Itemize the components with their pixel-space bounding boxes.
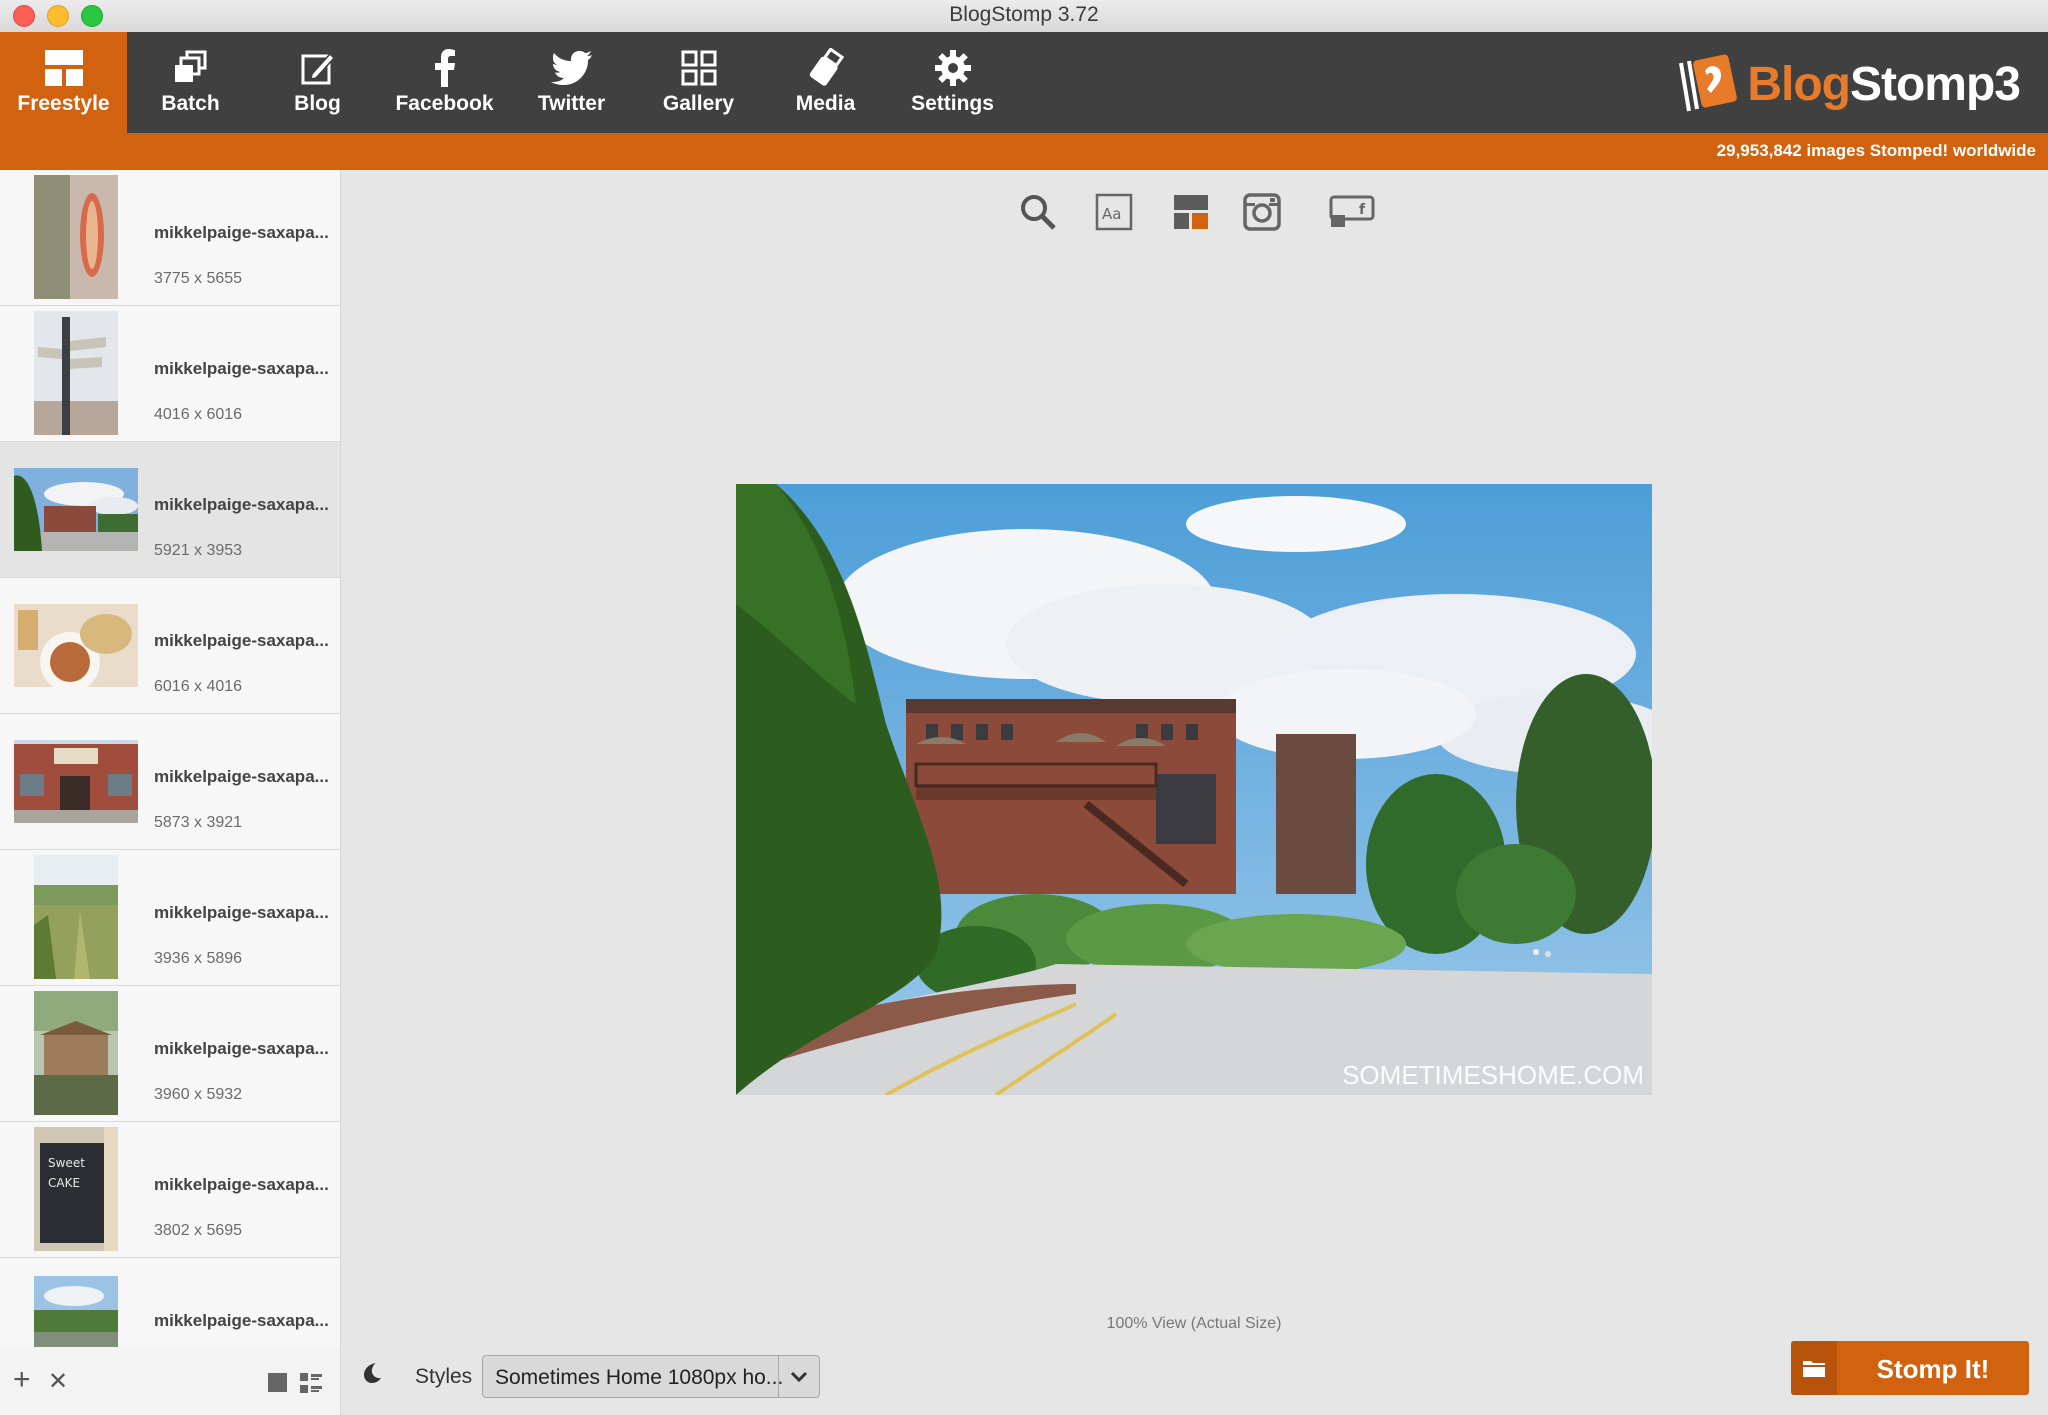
image-filename: mikkelpaige-saxapa... xyxy=(154,1311,329,1330)
tab-label: Twitter xyxy=(537,92,606,115)
logo-word-blog: Blog xyxy=(1747,57,1851,111)
image-dimensions: 3775 x 5655 xyxy=(154,270,243,287)
styles-label: Styles xyxy=(415,1365,473,1388)
window-title: BlogStomp 3.72 xyxy=(949,3,1099,26)
tab-label: Gallery xyxy=(662,92,735,115)
tab-facebook[interactable]: Facebook xyxy=(381,32,508,133)
image-thumbnail xyxy=(34,991,118,1115)
image-preview[interactable]: SOMETIMESHOME.COM xyxy=(736,484,1652,1095)
svg-text:CAKE: CAKE xyxy=(48,1176,80,1190)
tab-gallery[interactable]: Gallery xyxy=(635,32,762,133)
instagram-icon[interactable] xyxy=(1240,190,1284,234)
image-list-item[interactable]: mikkelpaige-saxapa... 3960 x 5932 xyxy=(0,986,340,1122)
image-list-item[interactable]: mikkelpaige-saxapa... 3775 x 5655 xyxy=(0,170,340,306)
logo-stamp-icon xyxy=(1679,54,1738,112)
image-dimensions: 3802 x 5695 xyxy=(154,1222,243,1239)
tab-media[interactable]: Media xyxy=(762,32,889,133)
tab-label: Freestyle xyxy=(17,92,110,115)
image-dimensions: 3936 x 5896 xyxy=(154,950,243,967)
zoom-level-text: 100% View (Actual Size) xyxy=(1106,1315,1282,1332)
dark-mode-moon-icon[interactable] xyxy=(362,1362,384,1384)
image-thumbnail xyxy=(34,311,118,435)
image-filename: mikkelpaige-saxapa... xyxy=(154,903,329,922)
twitter-bird-icon xyxy=(508,46,635,90)
freestyle-layout-icon xyxy=(0,46,127,90)
image-list-item-selected[interactable]: mikkelpaige-saxapa... 5921 x 3953 xyxy=(0,442,340,578)
list-view-icon[interactable] xyxy=(300,1372,322,1394)
remove-image-button[interactable]: ✕ xyxy=(48,1367,68,1397)
search-icon[interactable] xyxy=(1016,190,1060,234)
tab-settings[interactable]: Settings xyxy=(889,32,1016,133)
window-titlebar: BlogStomp 3.72 xyxy=(0,0,2048,33)
image-filename: mikkelpaige-saxapa... xyxy=(154,631,329,650)
image-dimensions: 5921 x 3953 xyxy=(154,542,243,559)
image-thumbnail xyxy=(34,855,118,979)
batch-stack-icon xyxy=(127,46,254,90)
layout-icon[interactable] xyxy=(1169,190,1213,234)
styles-dropdown[interactable]: Sometimes Home 1080px ho... xyxy=(482,1355,820,1398)
image-list-item[interactable]: mikkelpaige-saxapa... 6016 x 4016 xyxy=(0,578,340,714)
image-filename: mikkelpaige-saxapa... xyxy=(154,495,329,514)
stomp-count-banner: 29,953,842 images Stomped! worldwide xyxy=(0,133,2048,170)
image-list-item[interactable]: Sweet CAKE mikkelpaige-saxapa... 3802 x 5… xyxy=(0,1122,340,1258)
image-thumbnail xyxy=(14,467,138,551)
image-dimensions: 3960 x 5932 xyxy=(154,1086,243,1103)
tab-label: Settings xyxy=(911,92,994,115)
image-list-item[interactable]: mikkelpaige-saxapa... 5873 x 3921 xyxy=(0,714,340,850)
text-overlay-icon[interactable]: Aa xyxy=(1092,190,1136,234)
image-list-item[interactable]: mikkelpaige-saxapa... 4016 x 6016 xyxy=(0,306,340,442)
image-thumbnail xyxy=(34,1276,118,1352)
tab-freestyle[interactable]: Freestyle xyxy=(0,32,127,133)
svg-text:f: f xyxy=(1359,202,1366,218)
image-filename: mikkelpaige-saxapa... xyxy=(154,767,329,786)
main-toolbar: Freestyle Batch Blog Facebook Twitter Ga… xyxy=(0,32,2048,133)
image-thumbnail xyxy=(34,175,118,299)
image-thumbnail: Sweet CAKE xyxy=(34,1127,118,1251)
settings-gear-icon xyxy=(889,46,1016,90)
image-dimensions: 6016 x 4016 xyxy=(154,678,243,695)
folder-icon xyxy=(1791,1341,1837,1395)
photo-watermark: SOMETIMESHOME.COM xyxy=(1342,1060,1644,1090)
svg-text:Sweet: Sweet xyxy=(48,1156,85,1170)
logo-word-stomp: Stomp3 xyxy=(1849,57,2021,111)
image-dimensions: 4016 x 6016 xyxy=(154,406,243,423)
image-thumbnail xyxy=(14,739,138,823)
facebook-cover-icon[interactable]: f xyxy=(1329,190,1375,234)
image-filename: mikkelpaige-saxapa... xyxy=(154,1175,329,1194)
tab-twitter[interactable]: Twitter xyxy=(508,32,635,133)
image-filename: mikkelpaige-saxapa... xyxy=(154,1039,329,1058)
image-filename: mikkelpaige-saxapa... xyxy=(154,359,329,378)
tab-label: Blog xyxy=(294,92,341,115)
tab-blog[interactable]: Blog xyxy=(254,32,381,133)
styles-selected-value: Sometimes Home 1080px ho... xyxy=(495,1366,784,1389)
blog-edit-icon xyxy=(254,46,381,90)
image-dimensions: 5873 x 3921 xyxy=(154,814,243,831)
tab-label: Batch xyxy=(161,92,220,115)
preview-photo xyxy=(736,484,1652,1095)
image-list-sidebar: mikkelpaige-saxapa... 3775 x 5655 mikkel… xyxy=(0,170,341,1415)
thumbnail-view-icon[interactable] xyxy=(268,1373,287,1392)
tab-batch[interactable]: Batch xyxy=(127,32,254,133)
stomp-it-button[interactable]: Stomp It! xyxy=(1791,1341,2029,1395)
facebook-icon xyxy=(381,46,508,90)
sidebar-footer: + ✕ xyxy=(0,1347,340,1415)
svg-text:Aa: Aa xyxy=(1102,205,1121,223)
image-filename: mikkelpaige-saxapa... xyxy=(154,223,329,242)
gallery-grid-icon xyxy=(635,46,762,90)
add-image-button[interactable]: + xyxy=(13,1365,31,1395)
image-thumbnail xyxy=(14,603,138,687)
image-list-item[interactable]: mikkelpaige-saxapa... 3936 x 5896 xyxy=(0,850,340,986)
blogstomp-logo: Blog Stomp3 xyxy=(1675,52,2021,116)
stomp-count-text: 29,953,842 images Stomped! worldwide xyxy=(1716,141,2036,160)
media-usb-icon xyxy=(762,46,889,90)
tab-label: Facebook xyxy=(395,92,494,115)
tab-label: Media xyxy=(795,92,856,115)
stomp-it-label: Stomp It! xyxy=(1876,1354,1990,1384)
chevron-down-icon[interactable] xyxy=(778,1356,819,1397)
